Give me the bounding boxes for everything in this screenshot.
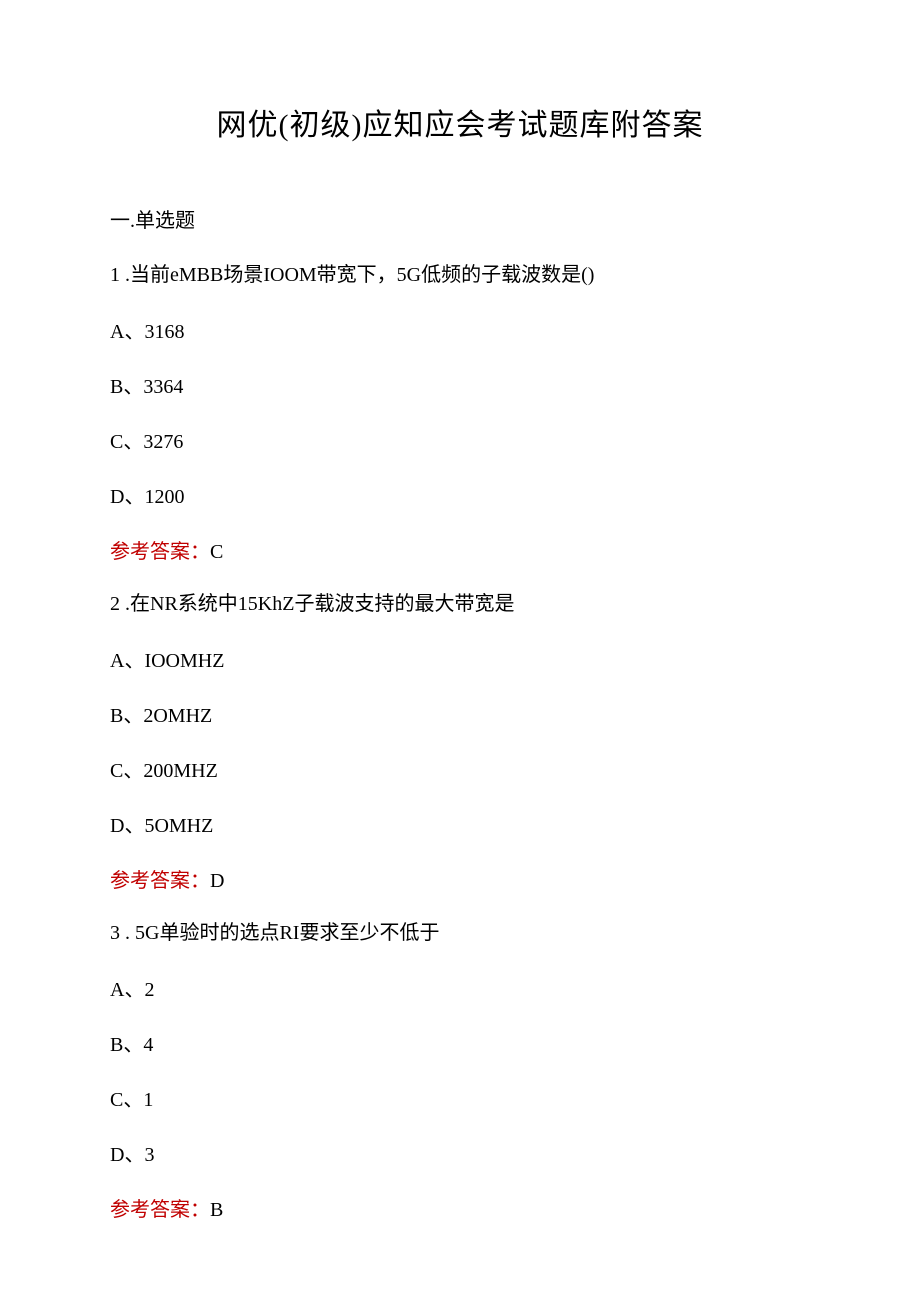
document-title: 网优(初级)应知应会考试题库附答案 [110, 100, 810, 144]
question-body: 当前eMBB场景IOOM带宽下，5G低频的子载波数是() [130, 264, 594, 286]
section-heading: 一.单选题 [110, 204, 810, 233]
option-c: C、3276 [110, 425, 810, 454]
question-body: 5G单验时的选点RI要求至少不低于 [135, 922, 439, 944]
option-a: A、2 [110, 973, 810, 1002]
question-block-2: 2 .在NR系统中15KhZ子载波支持的最大带宽是 A、IOOMHZ B、2OM… [110, 590, 810, 893]
option-b: B、3364 [110, 370, 810, 399]
answer-line: 参考答案：D [110, 864, 810, 893]
option-b: B、4 [110, 1028, 810, 1057]
question-block-1: 1 .当前eMBB场景IOOM带宽下，5G低频的子载波数是() A、3168 B… [110, 261, 810, 564]
question-body: 在NR系统中15KhZ子载波支持的最大带宽是 [130, 593, 514, 615]
answer-line: 参考答案：C [110, 535, 810, 564]
question-text: 3 . 5G单验时的选点RI要求至少不低于 [110, 919, 810, 947]
option-a: A、IOOMHZ [110, 644, 810, 673]
answer-line: 参考答案：B [110, 1193, 810, 1222]
question-text: 2 .在NR系统中15KhZ子载波支持的最大带宽是 [110, 590, 810, 618]
answer-value: C [210, 541, 223, 563]
option-c: C、200MHZ [110, 754, 810, 783]
question-number: 3 . [110, 922, 135, 944]
option-d: D、5OMHZ [110, 809, 810, 838]
question-block-3: 3 . 5G单验时的选点RI要求至少不低于 A、2 B、4 C、1 D、3 参考… [110, 919, 810, 1222]
option-c: C、1 [110, 1083, 810, 1112]
option-a: A、3168 [110, 315, 810, 344]
option-d: D、1200 [110, 480, 810, 509]
question-text: 1 .当前eMBB场景IOOM带宽下，5G低频的子载波数是() [110, 261, 810, 289]
answer-value: B [210, 1199, 223, 1221]
answer-label: 参考答案： [110, 541, 210, 563]
answer-label: 参考答案： [110, 1199, 210, 1221]
option-d: D、3 [110, 1138, 810, 1167]
option-b: B、2OMHZ [110, 699, 810, 728]
answer-label: 参考答案： [110, 870, 210, 892]
question-number: 2 . [110, 593, 130, 615]
answer-value: D [210, 870, 224, 892]
question-number: 1 . [110, 264, 130, 286]
